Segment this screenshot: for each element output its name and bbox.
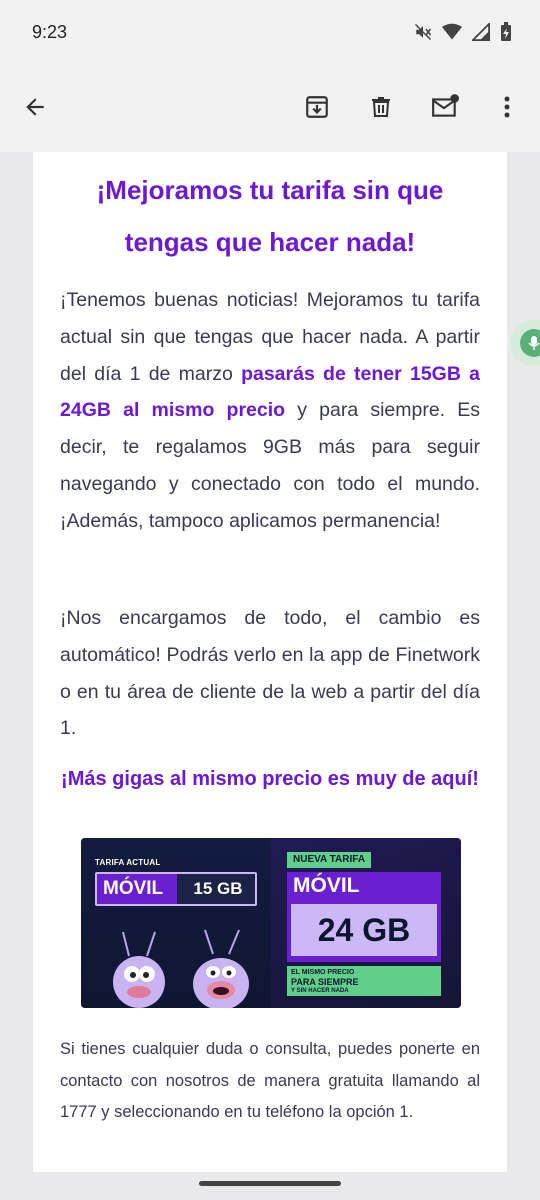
back-button[interactable] bbox=[18, 92, 52, 126]
paragraph-contact: Si tienes cualquier duda o consulta, pue… bbox=[60, 1040, 480, 1121]
banner-old-plan-box: MÓVIL 15 GB bbox=[95, 872, 257, 906]
email-body-area: ¡Mejoramos tu tarifa sin que tengas que … bbox=[0, 152, 540, 1200]
banner-new-plan-box: MÓVIL 24 GB bbox=[287, 872, 441, 962]
banner-para-siempre: PARA SIEMPRE bbox=[291, 977, 359, 987]
email-toolbar bbox=[0, 66, 540, 152]
more-options-button[interactable] bbox=[490, 92, 524, 126]
banner-tarifa-actual: TARIFA ACTUAL bbox=[95, 858, 161, 867]
email-card: ¡Mejoramos tu tarifa sin que tengas que … bbox=[33, 152, 507, 1172]
archive-button[interactable] bbox=[300, 92, 334, 126]
assistant-bubble[interactable] bbox=[510, 320, 540, 366]
banner-new-gb: 24 GB bbox=[291, 904, 437, 956]
wifi-icon bbox=[442, 23, 462, 41]
microphone-icon bbox=[520, 329, 540, 357]
banner-old-movil-label: MÓVIL bbox=[97, 874, 177, 904]
status-icons bbox=[414, 22, 512, 42]
promo-banner-image[interactable]: TARIFA ACTUAL MÓVIL 15 GB NUEVA TARIFA M… bbox=[81, 838, 461, 1008]
email-subheadline: ¡Más gigas al mismo precio es muy de aqu… bbox=[61, 768, 479, 790]
banner-sin-hacer-nada: Y SIN HACER NADA bbox=[291, 988, 349, 994]
archive-icon bbox=[304, 94, 330, 125]
banner-mismo-precio: EL MISMO PRECIO bbox=[291, 969, 355, 976]
delete-icon bbox=[369, 94, 393, 125]
banner-same-price-box: EL MISMO PRECIO PARA SIEMPRE Y SIN HACER… bbox=[287, 966, 441, 996]
gesture-nav-handle[interactable] bbox=[199, 1181, 341, 1186]
headline-line-1: ¡Mejoramos tu tarifa sin que bbox=[96, 175, 444, 205]
banner-nueva-tarifa-tag: NUEVA TARIFA bbox=[287, 852, 372, 868]
back-arrow-icon bbox=[22, 94, 48, 125]
paragraph-news: ¡Tenemos buenas noticias! Mejoramos tu t… bbox=[60, 282, 480, 540]
email-headline: ¡Mejoramos tu tarifa sin que tengas que … bbox=[33, 164, 507, 268]
mascot-characters-illustration bbox=[113, 929, 249, 1008]
delete-button[interactable] bbox=[364, 92, 398, 126]
mark-unread-icon bbox=[431, 93, 459, 125]
status-bar: 9:23 bbox=[0, 0, 540, 66]
banner-new-movil-label: MÓVIL bbox=[293, 874, 360, 897]
mark-unread-button[interactable] bbox=[428, 92, 462, 126]
paragraph-automatic: ¡Nos encargamos de todo, el cambio es au… bbox=[60, 607, 480, 740]
signal-icon bbox=[472, 23, 490, 41]
status-time: 9:23 bbox=[32, 22, 68, 42]
headline-line-2: tengas que hacer nada! bbox=[124, 227, 416, 257]
banner-old-gb: 15 GB bbox=[193, 879, 243, 898]
mute-icon bbox=[414, 23, 432, 41]
more-vert-icon bbox=[503, 95, 511, 124]
battery-charging-icon bbox=[500, 22, 512, 42]
